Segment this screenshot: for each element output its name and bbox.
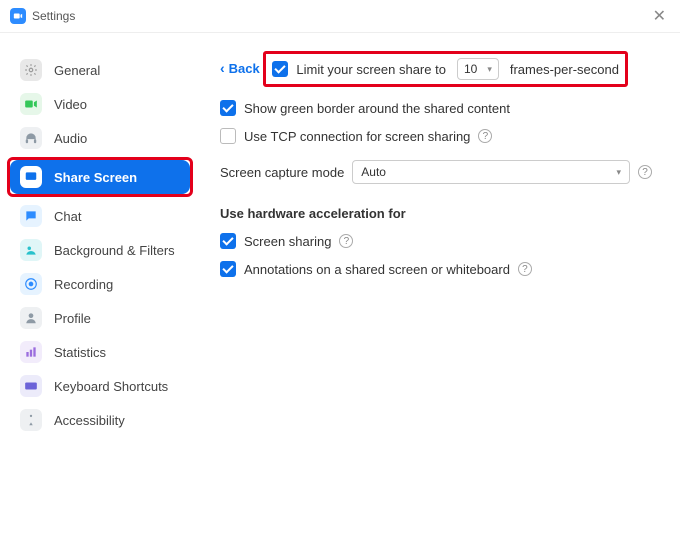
sidebar-item-statistics[interactable]: Statistics <box>10 335 190 369</box>
sidebar-item-label: Profile <box>54 311 91 326</box>
background-icon <box>20 239 42 261</box>
record-icon <box>20 273 42 295</box>
back-label: Back <box>229 61 260 76</box>
sidebar-item-label: Statistics <box>54 345 106 360</box>
chevron-down-icon: ▾ <box>616 167 621 178</box>
highlight-fps-row: Limit your screen share to 10 ▾ frames-p… <box>263 51 628 87</box>
fps-select[interactable]: 10 ▾ <box>457 58 499 80</box>
sidebar-item-label: Chat <box>54 209 81 224</box>
help-icon[interactable]: ? <box>478 129 492 143</box>
zoom-app-icon <box>10 8 26 24</box>
window-title: Settings <box>32 9 75 23</box>
content-panel: ‹ Back Limit your screen share to 10 ▾ f… <box>200 33 680 560</box>
sidebar-item-label: Recording <box>54 277 113 292</box>
sidebar-item-recording[interactable]: Recording <box>10 267 190 301</box>
limit-fps-suffix: frames-per-second <box>510 62 619 77</box>
sidebar-item-accessibility[interactable]: Accessibility <box>10 403 190 437</box>
sidebar-item-label: Share Screen <box>54 170 137 185</box>
sidebar-item-label: Keyboard Shortcuts <box>54 379 168 394</box>
help-icon[interactable]: ? <box>339 234 353 248</box>
fps-value: 10 <box>464 62 477 76</box>
keyboard-icon <box>20 375 42 397</box>
chevron-left-icon: ‹ <box>220 60 225 76</box>
capture-mode-label: Screen capture mode <box>220 165 344 180</box>
green-border-label: Show green border around the shared cont… <box>244 101 510 116</box>
sidebar-item-general[interactable]: General <box>10 53 190 87</box>
sidebar-item-video[interactable]: Video <box>10 87 190 121</box>
highlight-share-screen: Share Screen <box>7 157 193 197</box>
hw-screen-sharing-label: Screen sharing <box>244 234 331 249</box>
help-icon[interactable]: ? <box>638 165 652 179</box>
back-link[interactable]: ‹ Back <box>220 60 260 76</box>
sidebar-item-label: General <box>54 63 100 78</box>
checkbox-hw-screen-sharing[interactable] <box>220 233 236 249</box>
sidebar-item-share-screen[interactable]: Share Screen <box>10 160 190 194</box>
headphones-icon <box>20 127 42 149</box>
sidebar-item-label: Video <box>54 97 87 112</box>
share-screen-icon <box>20 166 42 188</box>
gear-icon <box>20 59 42 81</box>
chat-icon <box>20 205 42 227</box>
accessibility-icon <box>20 409 42 431</box>
sidebar-item-keyboard-shortcuts[interactable]: Keyboard Shortcuts <box>10 369 190 403</box>
use-tcp-label: Use TCP connection for screen sharing <box>244 129 470 144</box>
sidebar-item-label: Accessibility <box>54 413 125 428</box>
sidebar-item-audio[interactable]: Audio <box>10 121 190 155</box>
sidebar: General Video Audio Share Screen Chat <box>0 33 200 560</box>
capture-mode-select[interactable]: Auto ▾ <box>352 160 630 184</box>
capture-mode-value: Auto <box>361 165 386 179</box>
sidebar-item-label: Background & Filters <box>54 243 175 258</box>
video-icon <box>20 93 42 115</box>
sidebar-item-label: Audio <box>54 131 87 146</box>
sidebar-item-background-filters[interactable]: Background & Filters <box>10 233 190 267</box>
close-icon[interactable]: ✕ <box>649 6 670 26</box>
checkbox-green-border[interactable] <box>220 100 236 116</box>
checkbox-use-tcp[interactable] <box>220 128 236 144</box>
hw-annotations-label: Annotations on a shared screen or whiteb… <box>244 262 510 277</box>
checkbox-hw-annotations[interactable] <box>220 261 236 277</box>
titlebar: Settings ✕ <box>0 0 680 33</box>
sidebar-item-profile[interactable]: Profile <box>10 301 190 335</box>
statistics-icon <box>20 341 42 363</box>
help-icon[interactable]: ? <box>518 262 532 276</box>
sidebar-item-chat[interactable]: Chat <box>10 199 190 233</box>
chevron-down-icon: ▾ <box>487 64 492 75</box>
limit-fps-prefix: Limit your screen share to <box>296 62 446 77</box>
profile-icon <box>20 307 42 329</box>
checkbox-limit-fps[interactable] <box>272 61 288 77</box>
hw-accel-header: Use hardware acceleration for <box>220 194 652 227</box>
